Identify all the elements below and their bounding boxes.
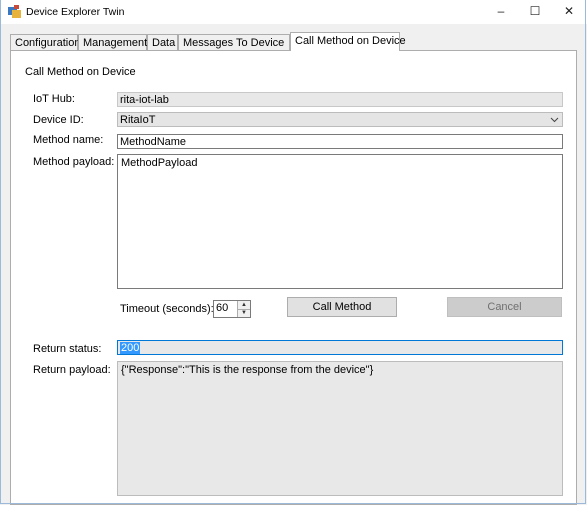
- section-title: Call Method on Device: [25, 66, 136, 78]
- call-method-button[interactable]: Call Method: [287, 297, 397, 317]
- iot-hub-field[interactable]: rita-iot-lab: [117, 92, 563, 107]
- device-id-dropdown[interactable]: RitaIoT: [117, 112, 563, 127]
- return-status-value: 200: [120, 342, 141, 354]
- close-button[interactable]: ✕: [552, 0, 586, 24]
- cancel-button[interactable]: Cancel: [447, 297, 562, 317]
- timeout-stepper[interactable]: 60 ▲ ▼: [213, 300, 251, 318]
- method-payload-label: Method payload:: [33, 156, 115, 168]
- tab-configuration[interactable]: Configuration: [10, 34, 80, 50]
- method-payload-textarea[interactable]: MethodPayload: [117, 154, 563, 289]
- device-id-value: RitaIoT: [120, 114, 156, 126]
- timeout-value: 60: [216, 302, 229, 314]
- method-name-label: Method name:: [33, 134, 104, 146]
- return-status-label: Return status:: [33, 343, 102, 355]
- iot-hub-label: IoT Hub:: [33, 93, 75, 105]
- device-id-label: Device ID:: [33, 114, 84, 126]
- stepper-buttons: ▲ ▼: [237, 301, 250, 317]
- call-method-panel: Call Method on Device IoT Hub: rita-iot-…: [10, 50, 577, 505]
- title-bar[interactable]: Device Explorer Twin – ☐ ✕: [0, 0, 587, 24]
- return-payload-label: Return payload:: [33, 364, 111, 376]
- stepper-down-icon[interactable]: ▼: [238, 309, 250, 317]
- chevron-down-icon: [550, 117, 559, 123]
- minimize-button[interactable]: –: [484, 0, 518, 24]
- tab-call-method-on-device[interactable]: Call Method on Device: [290, 32, 406, 51]
- tab-management[interactable]: Management: [78, 34, 147, 50]
- window-title: Device Explorer Twin: [26, 6, 125, 18]
- method-name-input[interactable]: MethodName: [117, 134, 563, 149]
- return-payload-textarea[interactable]: {"Response":"This is the response from t…: [117, 361, 563, 496]
- tab-data[interactable]: Data: [147, 34, 178, 50]
- tab-messages-to-device[interactable]: Messages To Device: [178, 34, 290, 50]
- return-status-field[interactable]: 200: [117, 340, 563, 355]
- maximize-button[interactable]: ☐: [518, 0, 552, 24]
- app-icon: [8, 5, 21, 18]
- timeout-label: Timeout (seconds):: [120, 303, 214, 315]
